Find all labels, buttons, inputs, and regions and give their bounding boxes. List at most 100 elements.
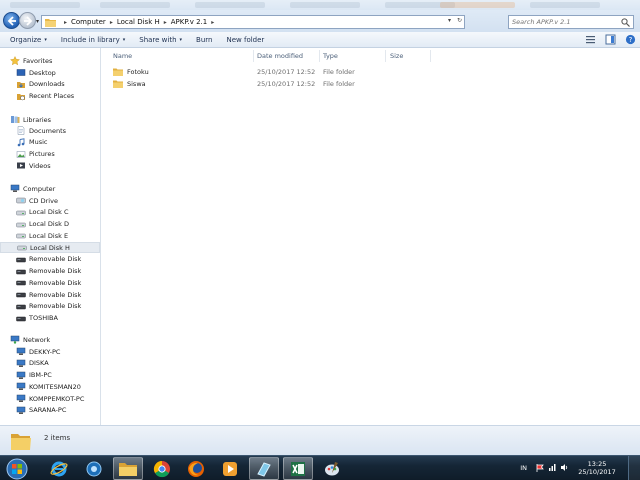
nav-item-label: Removable Disk [29, 255, 82, 264]
nav-item-komitesman20[interactable]: KOMITESMAN20 [0, 381, 100, 392]
breadcrumb-computer[interactable]: Computer [71, 18, 106, 26]
preview-pane-icon[interactable] [605, 34, 616, 45]
nav-item-komppemkot-pc[interactable]: KOMPPEMKOT-PC [0, 393, 100, 404]
nav-item-local-disk-c[interactable]: Local Disk C [0, 207, 100, 218]
search-box[interactable] [508, 15, 634, 29]
column-divider[interactable] [319, 50, 320, 62]
nav-item-removable-disk[interactable]: Removable Disk [0, 277, 100, 288]
nav-item-ibm-pc[interactable]: IBM-PC [0, 370, 100, 381]
new-folder-button[interactable]: New folder [219, 36, 271, 44]
address-bar[interactable]: ▸ Computer ▸ Local Disk H ▸ APKP.v 2.1 ▸… [41, 15, 465, 29]
notes-app-icon [257, 461, 271, 477]
item-count: 2 items [44, 434, 71, 442]
nav-item-label: KOMPPEMKOT-PC [29, 394, 85, 403]
breadcrumb-separator-icon[interactable]: ▸ [110, 19, 113, 26]
recent-pages-dropdown-icon[interactable]: ▾ [36, 18, 39, 25]
desktop-icon [16, 69, 26, 76]
clock-time: 13:25 [587, 460, 607, 468]
nav-item-label: Documents [29, 126, 67, 135]
refresh-icon[interactable]: ↻ [457, 17, 462, 24]
nav-item-dekky-pc[interactable]: DEKKY-PC [0, 346, 100, 357]
volume-icon[interactable] [560, 463, 569, 472]
firefox-icon [188, 460, 204, 477]
nav-item-removable-disk[interactable]: Removable Disk [0, 289, 100, 300]
nav-item-label: Removable Disk [29, 267, 82, 275]
nav-item-pictures[interactable]: Pictures [0, 149, 100, 160]
taskbar-notes-app[interactable] [249, 457, 279, 480]
nav-item-sarana-pc[interactable]: SARANA-PC [0, 405, 100, 416]
file-type: File folder [323, 80, 355, 88]
column-divider[interactable] [430, 50, 431, 62]
nav-group-libraries[interactable]: Libraries [0, 114, 100, 125]
search-input[interactable] [512, 18, 622, 26]
back-button[interactable] [3, 12, 20, 29]
taskbar-firefox[interactable] [181, 457, 211, 480]
file-explorer-icon [119, 462, 137, 476]
burn-button[interactable]: Burn [189, 36, 219, 44]
breadcrumb-local-disk-h[interactable]: Local Disk H [117, 18, 160, 26]
folder-icon [45, 18, 56, 27]
address-dropdown-icon[interactable]: ▾ [448, 17, 451, 24]
nav-group-label: Network [23, 335, 51, 344]
hard-disk-icon [16, 234, 26, 239]
taskbar-file-explorer[interactable] [113, 457, 143, 480]
column-header-name[interactable]: Name [113, 50, 132, 62]
pc-icon [16, 347, 26, 355]
nav-item-removable-disk[interactable]: Removable Disk [0, 254, 100, 265]
nav-item-diska[interactable]: DISKA [0, 358, 100, 369]
start-button[interactable] [2, 457, 32, 480]
include-in-library-button[interactable]: Include in library ▾ [54, 36, 132, 44]
nav-item-documents[interactable]: Documents [0, 125, 100, 136]
breadcrumb-separator-icon[interactable]: ▸ [211, 19, 214, 26]
nav-item-local-disk-e[interactable]: Local Disk E [0, 230, 100, 241]
breadcrumb-apkp[interactable]: APKP.v 2.1 [171, 18, 207, 26]
file-row[interactable]: Siswa 25/10/2017 12:52 File folder [109, 78, 439, 90]
media-player-icon [223, 461, 237, 476]
svg-text:?: ? [629, 36, 633, 44]
nav-item-removable-disk[interactable]: Removable Disk [0, 266, 100, 277]
language-indicator[interactable]: IN [520, 464, 527, 472]
organize-button[interactable]: Organize ▾ [0, 36, 54, 44]
nav-item-local-disk-d[interactable]: Local Disk D [0, 219, 100, 230]
breadcrumb-separator-icon[interactable]: ▸ [164, 19, 167, 26]
nav-group-computer[interactable]: Computer [0, 183, 100, 194]
taskbar-excel[interactable] [283, 457, 313, 480]
column-divider[interactable] [253, 50, 254, 62]
column-divider[interactable] [385, 50, 386, 62]
help-icon[interactable]: ? [625, 34, 636, 45]
clock[interactable]: 13:25 25/10/2017 [572, 460, 622, 476]
nav-item-downloads[interactable]: Downloads [0, 79, 100, 90]
action-center-flag-icon[interactable] [536, 464, 544, 472]
taskbar-network-app[interactable] [79, 457, 109, 480]
nav-item-music[interactable]: Music [0, 137, 100, 148]
nav-group-label: Favorites [23, 56, 53, 65]
nav-group-favorites[interactable]: Favorites [0, 55, 100, 66]
removable-disk-icon [16, 316, 26, 321]
taskbar-media-player[interactable] [215, 457, 245, 480]
nav-item-desktop[interactable]: Desktop [0, 67, 100, 78]
nav-item-label: SARANA-PC [29, 406, 67, 415]
removable-disk-icon [16, 304, 26, 309]
nav-group-network[interactable]: Network [0, 334, 100, 345]
nav-item-local-disk-h[interactable]: Local Disk H [0, 242, 100, 253]
share-with-button[interactable]: Share with ▾ [132, 36, 189, 44]
nav-item-videos[interactable]: Videos [0, 160, 100, 171]
show-desktop-button[interactable] [628, 456, 640, 480]
column-header-size[interactable]: Size [390, 50, 403, 62]
taskbar-paint[interactable] [317, 457, 347, 480]
nav-item-recent-places[interactable]: Recent Places [0, 91, 100, 102]
change-view-icon[interactable] [585, 34, 596, 45]
nav-item-toshiba[interactable]: TOSHIBA [0, 313, 100, 324]
breadcrumb-separator-icon[interactable]: ▸ [64, 19, 67, 26]
forward-button[interactable] [19, 12, 36, 29]
nav-item-cd-drive[interactable]: CD Drive [0, 195, 100, 206]
nav-item-label: CD Drive [29, 196, 58, 205]
taskbar-chrome[interactable] [147, 457, 177, 480]
file-row[interactable]: Fotoku 25/10/2017 12:52 File folder [109, 66, 439, 78]
column-header-date-modified[interactable]: Date modified [257, 50, 303, 62]
taskbar-internet-explorer[interactable] [44, 457, 74, 480]
column-header-type[interactable]: Type [323, 50, 338, 62]
network-icon[interactable] [548, 463, 557, 472]
nav-item-removable-disk[interactable]: Removable Disk [0, 301, 100, 312]
nav-item-label: Removable Disk [29, 302, 82, 311]
